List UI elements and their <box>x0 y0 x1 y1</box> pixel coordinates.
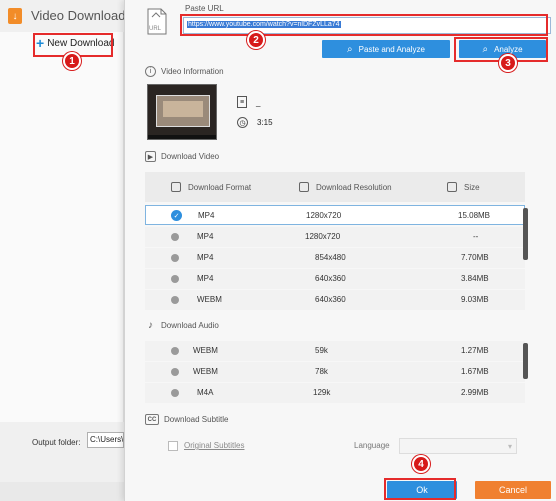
download-video-header: ▶ Download Video <box>145 151 219 162</box>
audio-row-size: 1.67MB <box>461 367 489 376</box>
original-subtitles-checkbox[interactable] <box>168 441 178 451</box>
audio-row-size: 2.99MB <box>461 388 489 397</box>
url-icon: URL <box>145 8 169 36</box>
audio-row-bitrate: 59k <box>315 346 328 355</box>
radio-icon <box>171 347 179 355</box>
app-title-bar: ↓ Video Downloader <box>0 0 137 32</box>
output-folder-label: Output folder: <box>32 438 81 447</box>
format-column-header: Download Format <box>171 182 251 192</box>
video-row-format: MP4 <box>197 274 214 283</box>
paste-and-analyze-label: Paste and Analyze <box>358 44 425 54</box>
audio-row-format: M4A <box>197 388 214 397</box>
video-row-resolution: 1280x720 <box>305 232 341 241</box>
radio-icon <box>171 233 179 241</box>
video-row[interactable]: ✓ MP4 1280x720 15.08MB <box>145 205 525 225</box>
output-folder-input[interactable]: C:\Users\ <box>87 432 124 448</box>
cancel-label: Cancel <box>498 485 527 495</box>
video-row-format: MP4 <box>197 253 214 262</box>
video-row-format: MP4 <box>198 211 215 220</box>
cc-icon: CC <box>145 414 159 425</box>
video-duration: 3:15 <box>257 118 273 127</box>
video-row-format: MP4 <box>197 232 214 241</box>
format-column-label: Download Format <box>188 182 252 192</box>
video-row[interactable]: MP4 640x360 3.84MB <box>145 269 525 289</box>
info-icon: i <box>145 66 156 77</box>
download-video-label: Download Video <box>161 152 220 161</box>
video-title: _ <box>256 97 261 107</box>
resolution-icon <box>299 182 309 192</box>
app-logo-icon: ↓ <box>8 8 22 24</box>
cancel-button[interactable]: Cancel <box>475 481 551 499</box>
video-row-size: 7.70MB <box>461 253 489 262</box>
paste-url-label: Paste URL <box>185 4 224 13</box>
video-row-resolution: 640x360 <box>315 295 346 304</box>
chevron-down-icon: ▾ <box>507 442 512 451</box>
download-subtitle-header: CC Download Subtitle <box>145 414 228 425</box>
url-icon-text: URL <box>149 26 162 32</box>
video-row-format: WEBM <box>197 295 222 304</box>
size-column-label: Size <box>464 182 480 192</box>
new-download-dialog: URL Paste URL https://www.youtube.com/wa… <box>124 0 556 501</box>
video-row-size: 9.03MB <box>461 295 489 304</box>
audio-row-format: WEBM <box>193 346 218 355</box>
audio-row[interactable]: WEBM 78k 1.67MB <box>145 362 525 382</box>
paste-and-analyze-button[interactable]: ⌕ Paste and Analyze <box>322 40 450 58</box>
app-title: Video Downloader <box>31 8 137 23</box>
language-select[interactable]: ▾ <box>399 438 517 454</box>
paste-search-icon: ⌕ <box>347 43 353 55</box>
size-column-header: Size <box>447 182 480 192</box>
document-icon: ≡ <box>237 96 247 108</box>
audio-row-format: WEBM <box>193 367 218 376</box>
step-badge-2: 2 <box>247 31 265 49</box>
radio-icon <box>171 254 179 262</box>
video-row[interactable]: MP4 1280x720 -- <box>145 227 525 247</box>
download-audio-header: ♪ Download Audio <box>145 320 219 331</box>
video-title-row: ≡ _ <box>237 96 260 108</box>
audio-row-bitrate: 78k <box>315 367 328 376</box>
audio-table-scrollbar[interactable] <box>523 343 528 379</box>
video-row-resolution: 640x360 <box>315 274 346 283</box>
app-bottom-bar <box>0 482 124 501</box>
audio-row-size: 1.27MB <box>461 346 489 355</box>
video-table-header: Download Format Download Resolution Size <box>145 172 525 202</box>
check-icon: ✓ <box>171 210 182 221</box>
step-badge-1: 1 <box>63 52 81 70</box>
highlight-url-input <box>180 14 548 36</box>
video-row-resolution: 1280x720 <box>306 211 342 220</box>
audio-row[interactable]: M4A 129k 2.99MB <box>145 383 525 403</box>
audio-row[interactable]: WEBM 59k 1.27MB <box>145 341 525 361</box>
video-thumbnail <box>147 84 217 140</box>
video-row-resolution: 854x480 <box>315 253 346 262</box>
video-row[interactable]: WEBM 640x360 9.03MB <box>145 290 525 310</box>
music-note-icon: ♪ <box>148 320 153 331</box>
video-row-size: 3.84MB <box>461 274 489 283</box>
download-audio-label: Download Audio <box>161 321 219 330</box>
radio-icon <box>171 389 179 397</box>
step-badge-3: 3 <box>499 54 517 72</box>
video-table-scrollbar[interactable] <box>523 208 528 260</box>
radio-icon <box>171 275 179 283</box>
radio-icon <box>171 296 179 304</box>
video-duration-row: ◷ 3:15 <box>237 117 273 128</box>
original-subtitles-label[interactable]: Original Subtitles <box>184 441 244 450</box>
step-badge-4: 4 <box>412 455 430 473</box>
format-icon <box>171 182 181 192</box>
radio-icon <box>171 368 179 376</box>
size-icon <box>447 182 457 192</box>
video-information-header: i Video Information <box>145 66 224 77</box>
app-sidebar <box>0 32 124 422</box>
audio-row-bitrate: 129k <box>313 388 331 397</box>
resolution-column-header: Download Resolution <box>299 182 392 192</box>
highlight-ok <box>384 478 456 500</box>
video-icon: ▶ <box>145 151 156 162</box>
app-footer <box>0 422 124 482</box>
clock-icon: ◷ <box>237 117 248 128</box>
video-row-size: -- <box>473 232 479 241</box>
video-information-label: Video Information <box>161 67 224 76</box>
language-label: Language <box>354 441 390 450</box>
video-row[interactable]: MP4 854x480 7.70MB <box>145 248 525 268</box>
resolution-column-label: Download Resolution <box>316 182 392 192</box>
download-subtitle-label: Download Subtitle <box>164 415 229 424</box>
video-row-size: 15.08MB <box>458 211 491 220</box>
